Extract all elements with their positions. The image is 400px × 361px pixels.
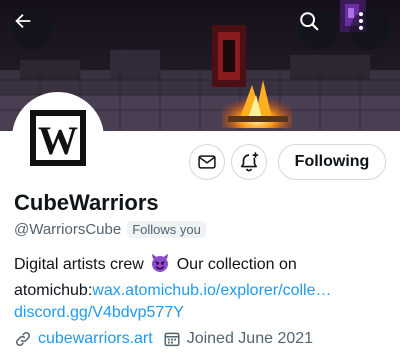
more-vertical-icon [358,12,364,30]
website-link[interactable]: cubewarriors.art [38,330,153,348]
bio-line-1: Digital artists crew Our collection on [14,253,394,280]
profile-meta: cubewarriors.art Joined June 2021 [14,330,313,348]
avatar-image: W [16,96,100,180]
following-button[interactable]: Following [278,144,386,180]
user-handle: @WarriorsCube [14,221,122,238]
avatar[interactable]: W [12,92,104,184]
svg-text:W: W [38,118,78,163]
handle-row: @WarriorsCube Follows you [14,221,206,238]
bio: Digital artists crew Our collection on a… [14,253,394,324]
bio-line-2: atomichub:wax.atomichub.io/explorer/coll… [14,280,394,302]
cubewarriors-logo: W [30,110,86,166]
bio-text: Digital artists crew [14,256,144,273]
smiling-devil-emoji-icon [150,253,170,280]
notifications-button[interactable] [231,144,267,180]
calendar-icon [164,332,180,347]
message-button[interactable] [189,144,225,180]
bio-atomichub-prefix: atomichub: [14,282,93,299]
arrow-left-icon [15,13,31,29]
back-button[interactable] [12,10,52,50]
joined-item: Joined June 2021 [163,330,313,348]
bio-line-3: discord.gg/V4bdvp577Y [14,302,394,324]
more-options-button[interactable] [350,10,390,50]
link-icon [15,331,31,347]
bell-plus-icon [241,152,259,172]
discord-link[interactable]: discord.gg/V4bdvp577Y [14,304,184,321]
website-item: cubewarriors.art [14,330,153,348]
search-icon [300,12,319,31]
follows-you-badge: Follows you [127,221,206,238]
search-button[interactable] [298,10,338,50]
joined-date: Joined June 2021 [186,330,314,347]
display-name: CubeWarriors [14,190,159,215]
atomichub-link[interactable]: wax.atomichub.io/explorer/colle… [92,282,331,299]
bio-text-after-emoji: Our collection on [176,256,297,273]
mail-icon [198,155,216,169]
